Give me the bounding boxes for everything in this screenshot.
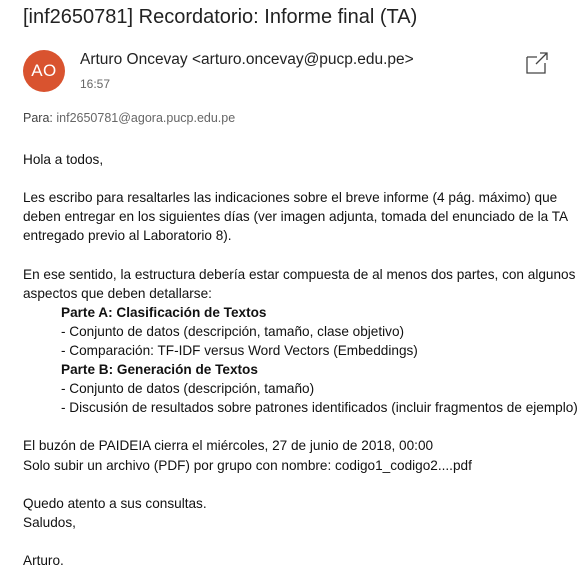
body-p1-line1: Les escribo para resaltarles las indicac… [23,190,558,206]
body-signature: Arturo. [23,552,64,568]
body-greeting: Hola a todos, [23,152,104,167]
to-label: Para: [23,111,53,125]
sender-name[interactable]: Arturo Oncevay <arturo.oncevay@pucp.edu.… [80,51,414,69]
body-p3-line1: El buzón de PAIDEIA cierra el miércoles,… [23,438,434,454]
part-a-title: Parte A: Clasificación de Textos [61,304,267,320]
body-p2-line2: aspectos que deben detallarse: [23,285,212,301]
recipient-line: Para: inf2650781@agora.pucp.edu.pe [23,111,235,125]
body-p1-line2: deben entregar en los siguientes días (v… [23,209,569,225]
email-subject: [inf2650781] Recordatorio: Informe final… [23,6,418,28]
body-p2-line1: En ese sentido, la estructura debería es… [23,266,576,282]
part-b-item-2: - Discusión de resultados sobre patrones… [61,400,578,416]
body-closing-1: Quedo atento a sus consultas. [23,495,207,511]
sent-time: 16:57 [80,77,111,91]
popout-button[interactable] [524,50,550,76]
to-address[interactable]: inf2650781@agora.pucp.edu.pe [56,111,235,125]
body-p1-line3: entregado previo al Laboratorio 8). [23,228,232,244]
popout-window-icon [526,52,548,74]
body-p3-line2: Solo subir un archivo (PDF) por grupo co… [23,457,472,473]
part-a-item-1: - Conjunto de datos (descripción, tamaño… [61,323,405,339]
sender-avatar: AO [23,50,65,92]
body-closing-2: Saludos, [23,514,76,530]
part-a-item-2: - Comparación: TF-IDF versus Word Vector… [61,342,418,358]
email-body: Hola a todos, Les escribo para resaltarl… [23,150,583,570]
part-b-item-1: - Conjunto de datos (descripción, tamaño… [61,381,315,397]
part-b-title: Parte B: Generación de Textos [61,362,258,378]
